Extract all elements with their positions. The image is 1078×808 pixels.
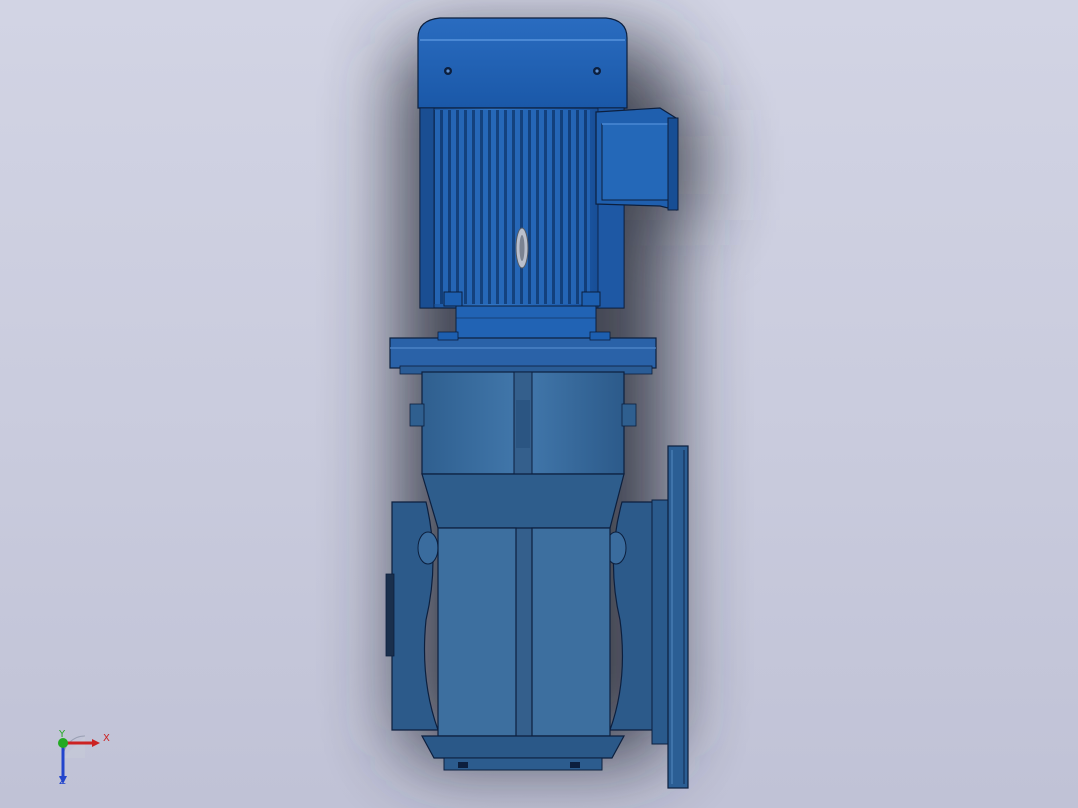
axis-x-label: X xyxy=(103,733,110,744)
graphics-viewport[interactable]: X Y Z xyxy=(0,0,1078,808)
axis-y-label: Y xyxy=(59,729,66,740)
motor-fan-cover xyxy=(417,17,628,109)
gearmotor-model[interactable] xyxy=(0,0,1078,808)
terminal-box xyxy=(595,107,679,211)
axis-z-label: Z xyxy=(59,776,66,787)
motor-housing xyxy=(419,107,625,339)
mounting-flange xyxy=(389,331,657,375)
